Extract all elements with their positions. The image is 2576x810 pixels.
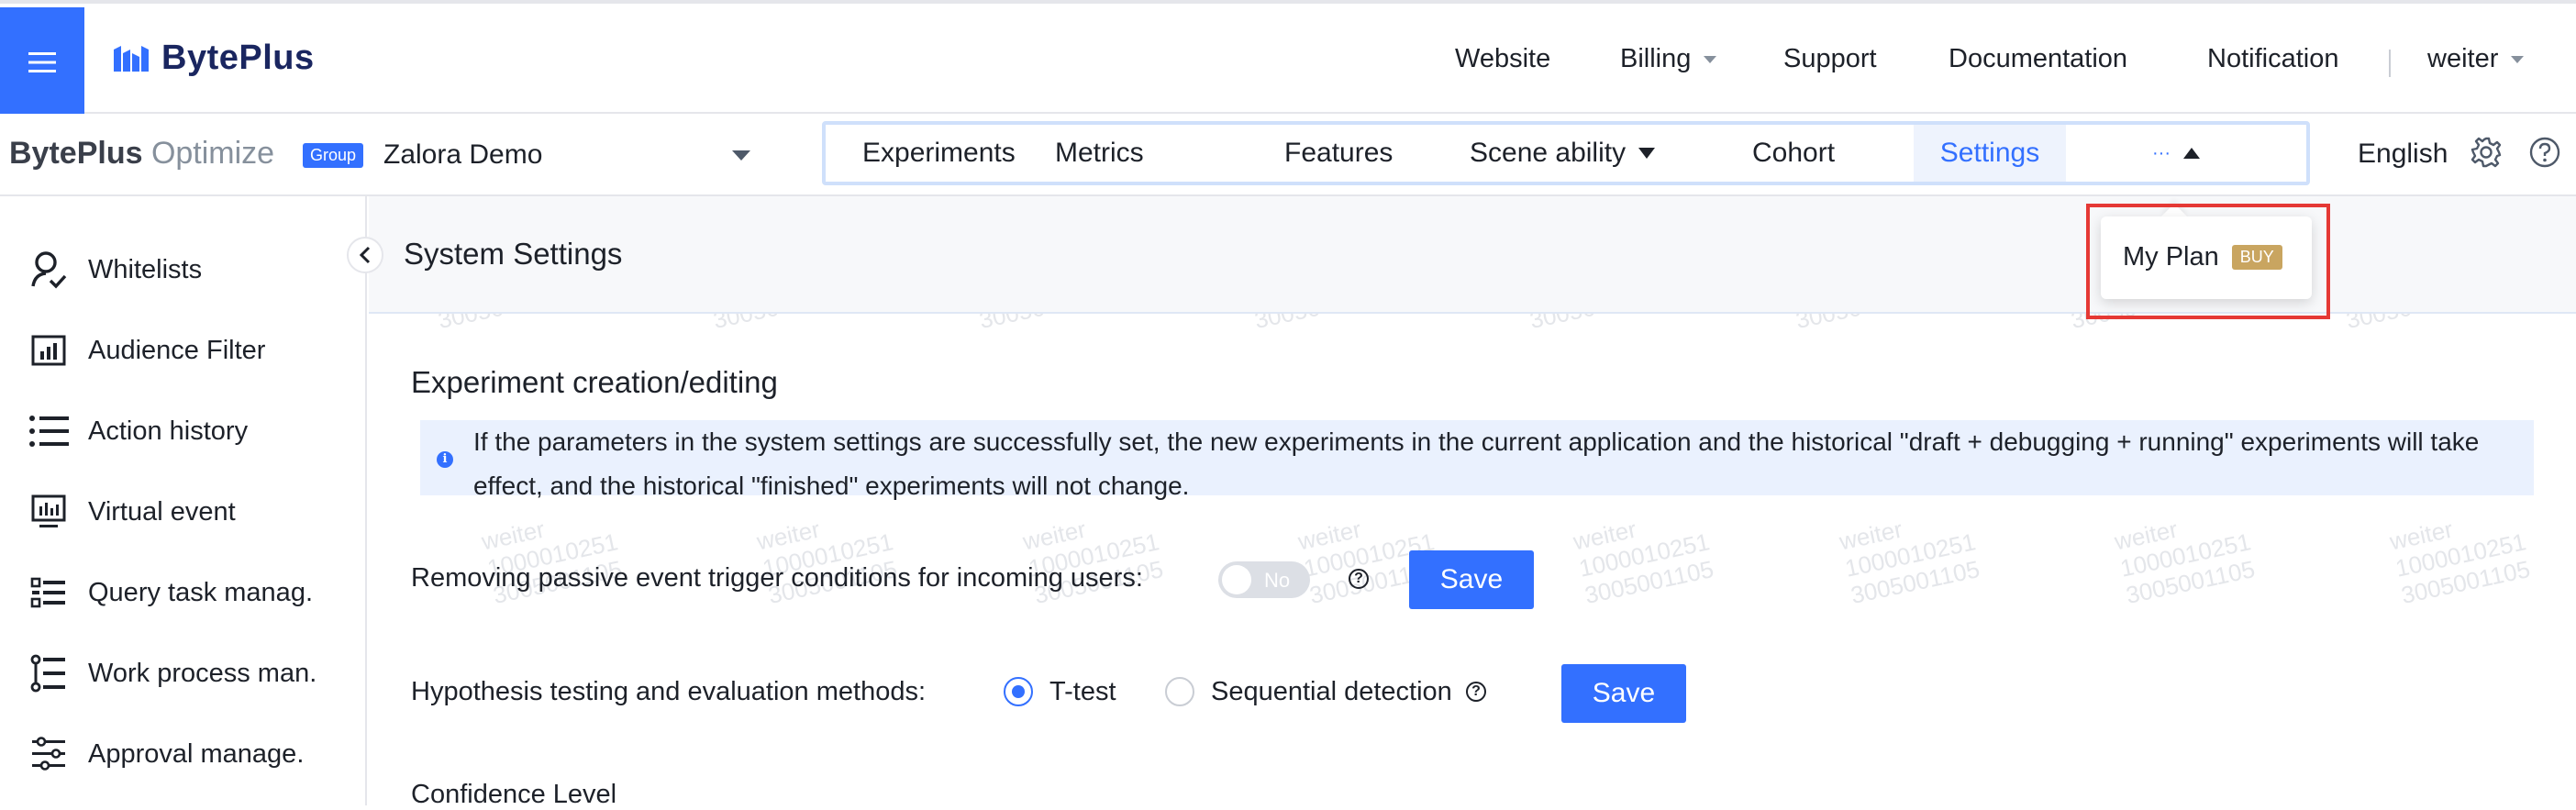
hamburger-icon	[28, 52, 56, 72]
settings-button[interactable]	[2470, 136, 2503, 169]
logo-text: BytePlus	[161, 39, 315, 77]
sidebar-item-label: Approval manage.	[88, 738, 305, 769]
caret-down-icon	[1638, 148, 1656, 159]
nav-billing-menu[interactable]: Billing	[1620, 44, 1717, 74]
byteplus-logo[interactable]: BytePlus	[112, 39, 315, 78]
sidebar-item-work-process[interactable]: Work process man.	[28, 646, 316, 701]
nav-documentation-link[interactable]: Documentation	[1949, 44, 2127, 74]
sidebar-item-label: Work process man.	[88, 658, 317, 688]
byteplus-logo-icon	[114, 45, 149, 72]
sidebar-item-query-task[interactable]: Query task manag.	[28, 565, 313, 620]
info-icon: i	[437, 451, 453, 468]
t-test-label[interactable]: T-test	[1049, 677, 1116, 707]
save-passive-event-button[interactable]: Save	[1409, 550, 1534, 609]
toggle-state-text: No	[1264, 569, 1291, 592]
sidebar-item-audience-filter[interactable]: Audience Filter	[28, 323, 265, 378]
save-hypothesis-button[interactable]: Save	[1561, 664, 1686, 723]
sidebar-item-label: Whitelists	[88, 254, 203, 284]
nav-website-link[interactable]: Website	[1455, 44, 1550, 74]
watermark-text: weiter10000102513005001105	[2387, 515, 2533, 610]
sidebar-item-label: Action history	[88, 416, 249, 446]
more-dots-icon: ···	[2152, 142, 2171, 163]
collapse-sidebar-button[interactable]	[347, 237, 383, 273]
chevron-down-icon	[1704, 55, 1717, 63]
toggle-knob	[1222, 565, 1251, 594]
nav-support-link[interactable]: Support	[1783, 44, 1877, 74]
chevron-left-icon	[359, 246, 371, 264]
sidebar: Whitelists Audience Filter Action histor…	[0, 196, 367, 805]
product-bar: BytePlus Optimize Group Zalora Demo Expe…	[0, 114, 2576, 196]
chart-frame-icon	[28, 329, 70, 372]
tab-cohort[interactable]: Cohort	[1752, 125, 1835, 182]
nav-divider	[2389, 50, 2391, 77]
sequential-detection-label[interactable]: Sequential detection	[1211, 677, 1452, 707]
nav-notification-link[interactable]: Notification	[2207, 44, 2338, 74]
user-menu[interactable]: weiter	[2427, 44, 2525, 74]
info-alert: i If the parameters in the system settin…	[420, 420, 2534, 500]
tab-more[interactable]: ···	[2152, 125, 2200, 182]
tab-settings[interactable]: Settings	[1914, 125, 2066, 182]
caret-down-icon[interactable]	[732, 150, 750, 161]
watermark-text: weiter10000102513005001105	[2112, 515, 2258, 610]
sidebar-item-virtual-event[interactable]: Virtual event	[28, 484, 236, 539]
page-title: System Settings	[404, 237, 623, 271]
group-badge: Group	[303, 143, 364, 168]
watermark-text: weiter10000102513005001105	[1571, 515, 1716, 610]
sidebar-item-whitelists[interactable]: Whitelists	[28, 242, 202, 297]
passive-event-label: Removing passive event trigger condition…	[411, 563, 1143, 593]
sidebar-item-approval[interactable]: Approval manage.	[28, 727, 304, 782]
info-alert-text: If the parameters in the system settings…	[473, 427, 2480, 500]
user-check-icon	[28, 249, 70, 291]
watermark-text: weiter10000102513005001105	[1837, 515, 1982, 610]
hypothesis-method-label: Hypothesis testing and evaluation method…	[411, 677, 927, 706]
confidence-level-label: Confidence Level	[411, 780, 617, 809]
monitor-chart-icon	[28, 491, 70, 533]
chevron-down-icon	[2511, 55, 2525, 63]
menu-toggle-button[interactable]	[0, 7, 84, 117]
t-test-radio[interactable]	[1004, 677, 1033, 706]
product-name-light: Optimize	[150, 136, 275, 171]
tab-features[interactable]: Features	[1284, 125, 1393, 182]
sequential-detection-radio[interactable]	[1165, 677, 1194, 706]
list-icon	[28, 410, 70, 452]
highlight-box	[2086, 204, 2330, 319]
product-name: BytePlus Optimize	[9, 136, 274, 172]
tab-metrics[interactable]: Metrics	[1055, 125, 1144, 182]
tab-experiments[interactable]: Experiments	[862, 125, 1016, 182]
nav-billing-label: Billing	[1620, 44, 1692, 73]
caret-up-icon	[2182, 148, 2200, 159]
sidebar-item-label: Query task manag.	[88, 577, 313, 607]
top-header: BytePlus Website Billing Support Documen…	[0, 0, 2576, 117]
help-circle-icon	[2529, 137, 2560, 168]
user-name: weiter	[2427, 44, 2499, 73]
task-list-icon	[28, 571, 70, 614]
sidebar-item-label: Audience Filter	[88, 335, 266, 365]
product-name-bold: BytePlus	[9, 136, 143, 171]
sidebar-item-action-history[interactable]: Action history	[28, 404, 248, 459]
help-button[interactable]	[2528, 136, 2561, 169]
section-title: Experiment creation/editing	[411, 365, 778, 399]
sliders-icon	[28, 733, 70, 775]
app-selector[interactable]: Zalora Demo	[383, 139, 542, 171]
tab-scene-ability[interactable]: Scene ability	[1470, 125, 1656, 182]
help-icon[interactable]: ?	[1466, 682, 1486, 702]
tab-scene-ability-label: Scene ability	[1470, 138, 1627, 168]
module-tabs: Experiments Metrics Features Scene abili…	[822, 121, 2310, 185]
help-icon[interactable]: ?	[1349, 569, 1369, 589]
gear-icon	[2471, 137, 2502, 168]
passive-event-toggle[interactable]: No	[1218, 561, 1310, 598]
process-list-icon	[28, 652, 70, 694]
language-selector[interactable]: English	[2358, 139, 2448, 170]
sidebar-item-label: Virtual event	[88, 496, 236, 527]
